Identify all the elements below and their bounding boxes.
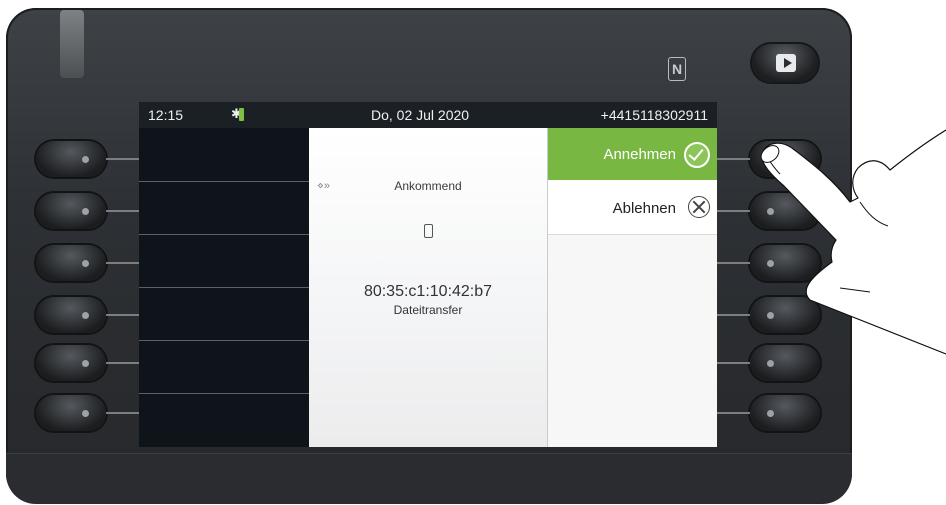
call-subtitle: Dateitransfer xyxy=(393,303,463,317)
accept-button[interactable]: Annehmen xyxy=(548,128,717,180)
left-softkey-4[interactable] xyxy=(36,297,106,333)
pointing-hand-illustration xyxy=(760,129,946,355)
left-softkey-3[interactable] xyxy=(36,245,106,281)
phone-base xyxy=(6,453,852,504)
device-address: 80:35:c1:10:42:b7 xyxy=(363,283,493,300)
display-screen: 12:15 ✱ Do, 02 Jul 2020 +4415118302911 ⋄… xyxy=(139,102,717,447)
call-state-label: Ankommend xyxy=(394,179,462,193)
phone-icon xyxy=(424,224,433,238)
battery-icon xyxy=(239,108,244,121)
left-softkey-2[interactable] xyxy=(36,193,106,229)
left-softkey-1[interactable] xyxy=(36,141,106,177)
left-softkey-6[interactable] xyxy=(36,395,106,431)
status-bar: 12:15 ✱ Do, 02 Jul 2020 +4415118302911 xyxy=(139,102,717,128)
accept-label: Annehmen xyxy=(603,146,676,163)
exit-icon xyxy=(776,54,796,72)
left-softkey-5[interactable] xyxy=(36,345,106,381)
exit-button[interactable] xyxy=(752,44,818,82)
nfc-icon: N xyxy=(668,57,686,81)
reject-label: Ablehnen xyxy=(612,200,676,217)
action-panel: Annehmen Ablehnen xyxy=(547,128,717,447)
status-phone-number: +4415118302911 xyxy=(600,107,708,123)
check-circle-icon xyxy=(684,142,710,168)
x-circle-icon xyxy=(688,196,710,218)
left-key-labels xyxy=(139,128,309,447)
reject-button[interactable]: Ablehnen xyxy=(548,180,717,235)
right-softkey-6[interactable] xyxy=(750,395,820,431)
notification-led xyxy=(60,10,84,78)
status-date: Do, 02 Jul 2020 xyxy=(371,107,470,123)
status-time: 12:15 xyxy=(148,107,184,123)
call-info-panel: ⋄» Ankommend 80:35:c1:10:42:b7 Dateitran… xyxy=(309,128,547,447)
